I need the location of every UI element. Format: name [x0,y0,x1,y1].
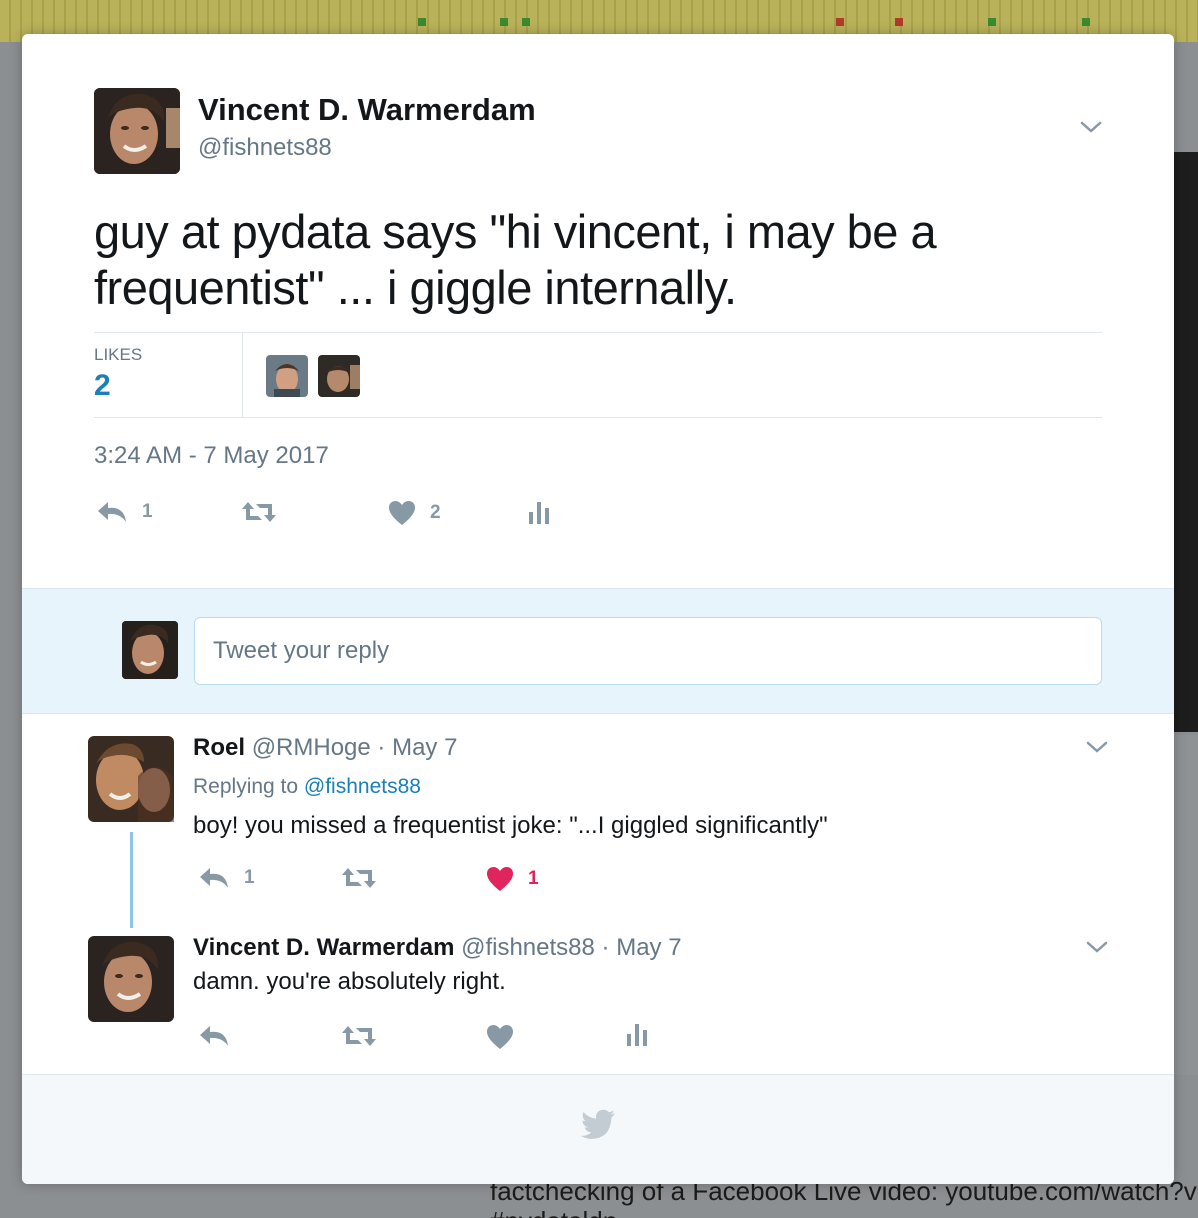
chevron-down-icon[interactable] [1086,736,1108,758]
author-handle[interactable]: @fishnets88 [198,134,332,162]
like-button[interactable]: 1 [486,866,539,892]
reply-icon [200,868,228,888]
reply-button[interactable]: 1 [198,866,255,890]
twitter-bird-icon [580,1109,616,1144]
chevron-down-icon[interactable] [1080,116,1102,138]
analytics-button[interactable] [528,500,552,526]
bg-decor [1082,18,1090,26]
liker-avatar[interactable] [318,355,360,397]
like-button[interactable]: 2 [388,500,441,526]
bg-decor [500,18,508,26]
author-name[interactable]: Vincent D. Warmerdam [198,92,536,128]
tweet-text: boy! you missed a frequentist joke: "...… [193,812,828,839]
author-name[interactable]: Roel [193,734,245,761]
heart-icon [389,501,415,525]
retweet-icon [242,502,276,522]
tweet-permalink-modal: Vincent D. Warmerdam @fishnets88 guy at … [22,34,1174,1184]
likes-count[interactable]: 2 [94,369,111,403]
likes-label: LIKES [94,345,143,364]
author-name[interactable]: Vincent D. Warmerdam [193,934,454,961]
analytics-icon [529,502,549,524]
reply-button[interactable]: 1 [96,500,153,524]
reply-icon [200,1026,228,1046]
like-count: 2 [430,502,441,523]
main-tweet: Vincent D. Warmerdam @fishnets88 guy at … [22,34,1174,588]
reply-header: Vincent D. Warmerdam @fishnets88 · May 7 [193,934,682,962]
replying-to-link[interactable]: @fishnets88 [304,775,421,798]
author-handle[interactable]: @fishnets88 [461,934,595,961]
modal-footer [22,1074,1174,1184]
like-count: 1 [528,868,539,889]
heart-icon [487,867,513,891]
tweet-text: damn. you're absolutely right. [193,968,506,995]
reply-header: Roel @RMHoge · May 7 [193,734,457,762]
bg-decor [522,18,530,26]
analytics-icon [627,1024,647,1046]
avatar[interactable] [88,736,174,822]
bg-decor [836,18,844,26]
like-button[interactable] [486,1024,514,1050]
replying-to: Replying to @fishnets88 [193,775,421,799]
background-card [1174,735,1198,1075]
tweet-stats: LIKES 2 [94,332,1102,418]
avatar[interactable] [88,936,174,1022]
retweet-button[interactable] [240,500,278,524]
background-tweet-text: #pydataldn [490,1206,617,1218]
reply-tweet: Roel @RMHoge · May 7 Replying to @fishne… [22,714,1174,914]
reply-button[interactable] [198,1024,230,1048]
reply-input[interactable]: Tweet your reply [194,617,1102,685]
heart-icon [487,1025,513,1049]
retweet-button[interactable] [340,1024,378,1048]
bg-decor [418,18,426,26]
background-image [1174,152,1198,732]
reply-composer: Tweet your reply [22,588,1174,714]
divider [242,333,243,417]
reply-icon [98,502,126,522]
tweet-timestamp[interactable]: 3:24 AM - 7 May 2017 [94,442,329,470]
replying-prefix: Replying to [193,775,299,798]
reply-tweet: Vincent D. Warmerdam @fishnets88 · May 7… [22,914,1174,1074]
avatar[interactable] [94,88,180,174]
retweet-icon [342,1026,376,1046]
reply-count: 1 [244,867,255,888]
liker-avatar[interactable] [266,355,308,397]
tweet-date[interactable]: · May 7 [377,734,457,761]
retweet-button[interactable] [340,866,378,890]
bg-decor [895,18,903,26]
bg-decor [988,18,996,26]
tweet-text: guy at pydata says "hi vincent, i may be… [94,205,937,314]
avatar [122,621,178,679]
retweet-icon [342,868,376,888]
author-handle[interactable]: @RMHoge [252,734,371,761]
chevron-down-icon[interactable] [1086,936,1108,958]
tweet-date[interactable]: · May 7 [602,934,682,961]
analytics-button[interactable] [626,1022,650,1048]
reply-count: 1 [142,501,153,522]
